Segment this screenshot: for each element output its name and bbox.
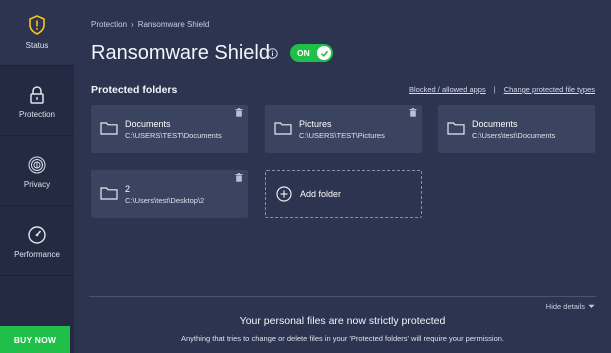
folder-card-documents-2[interactable]: Documents C:\Users\test\Documents [438, 105, 595, 153]
main-panel: Protection › Ransomware Shield Ransomware … [74, 0, 611, 353]
info-icon[interactable] [267, 48, 278, 59]
trash-icon[interactable] [235, 173, 243, 182]
plus-circle-icon [276, 186, 292, 202]
fingerprint-icon [28, 156, 46, 174]
lock-icon [30, 86, 44, 104]
breadcrumb-protection[interactable]: Protection [91, 20, 127, 29]
hide-details-toggle[interactable]: Hide details [546, 302, 595, 311]
ransomware-shield-toggle[interactable]: ON [290, 44, 333, 62]
folder-path: C:\Users\test\Documents [472, 131, 556, 140]
sidebar-item-privacy[interactable]: Privacy [0, 140, 74, 206]
trash-icon[interactable] [409, 108, 417, 117]
add-folder-button[interactable]: Add folder [265, 170, 422, 218]
folder-path: C:\USERS\TEST\Pictures [299, 131, 385, 140]
folder-path: C:\USERS\TEST\Documents [125, 131, 222, 140]
folder-icon [100, 122, 118, 135]
sidebar-item-protection[interactable]: Protection [0, 70, 74, 136]
change-protected-file-types-link[interactable]: Change protected file types [504, 85, 595, 94]
details-text: Anything that tries to change or delete … [180, 334, 505, 343]
folder-card-pictures[interactable]: Pictures C:\USERS\TEST\Pictures [265, 105, 422, 153]
folder-name: Documents [472, 119, 518, 129]
shield-warning-icon [29, 15, 45, 35]
blocked-allowed-apps-link[interactable]: Blocked / allowed apps [409, 85, 486, 94]
folder-card-documents[interactable]: Documents C:\USERS\TEST\Documents [91, 105, 248, 153]
add-folder-label: Add folder [300, 189, 342, 199]
folder-name: 2 [125, 184, 131, 194]
folder-icon [274, 122, 292, 135]
breadcrumb-separator: › [131, 20, 134, 29]
sidebar-item-status[interactable]: Status [0, 0, 74, 66]
folder-path: C:\Users\test\Desktop\2 [125, 196, 205, 205]
folder-icon [100, 187, 118, 200]
folder-name: Documents [125, 119, 171, 129]
breadcrumb-current: Ransomware Shield [137, 20, 210, 29]
speedometer-icon [28, 226, 46, 244]
folder-card-2[interactable]: 2 C:\Users\test\Desktop\2 [91, 170, 248, 218]
protected-folders-heading: Protected folders [91, 84, 178, 96]
folder-icon [447, 122, 465, 135]
sidebar-item-performance[interactable]: Performance [0, 210, 74, 276]
divider [89, 296, 596, 297]
links-separator: | [493, 85, 496, 94]
toggle-label: ON [297, 48, 310, 58]
sidebar-item-label: Protection [18, 110, 56, 119]
folder-links: Blocked / allowed apps | Change protecte… [409, 85, 595, 94]
sidebar-item-label: Performance [14, 250, 60, 259]
check-icon [317, 46, 331, 60]
chevron-down-icon [588, 304, 595, 308]
buy-now-button[interactable]: BUY NOW [0, 326, 70, 353]
trash-icon[interactable] [235, 108, 243, 117]
sidebar-item-label: Privacy [23, 180, 51, 189]
sidebar: Status Protection Privacy Performance BU… [0, 0, 74, 353]
details-heading: Your personal files are now strictly pro… [239, 315, 446, 327]
hide-details-label: Hide details [545, 302, 585, 311]
breadcrumb: Protection › Ransomware Shield [91, 20, 209, 29]
page-title: Ransomware Shield [91, 42, 270, 64]
sidebar-item-label: Status [25, 41, 49, 50]
folder-name: Pictures [299, 119, 332, 129]
